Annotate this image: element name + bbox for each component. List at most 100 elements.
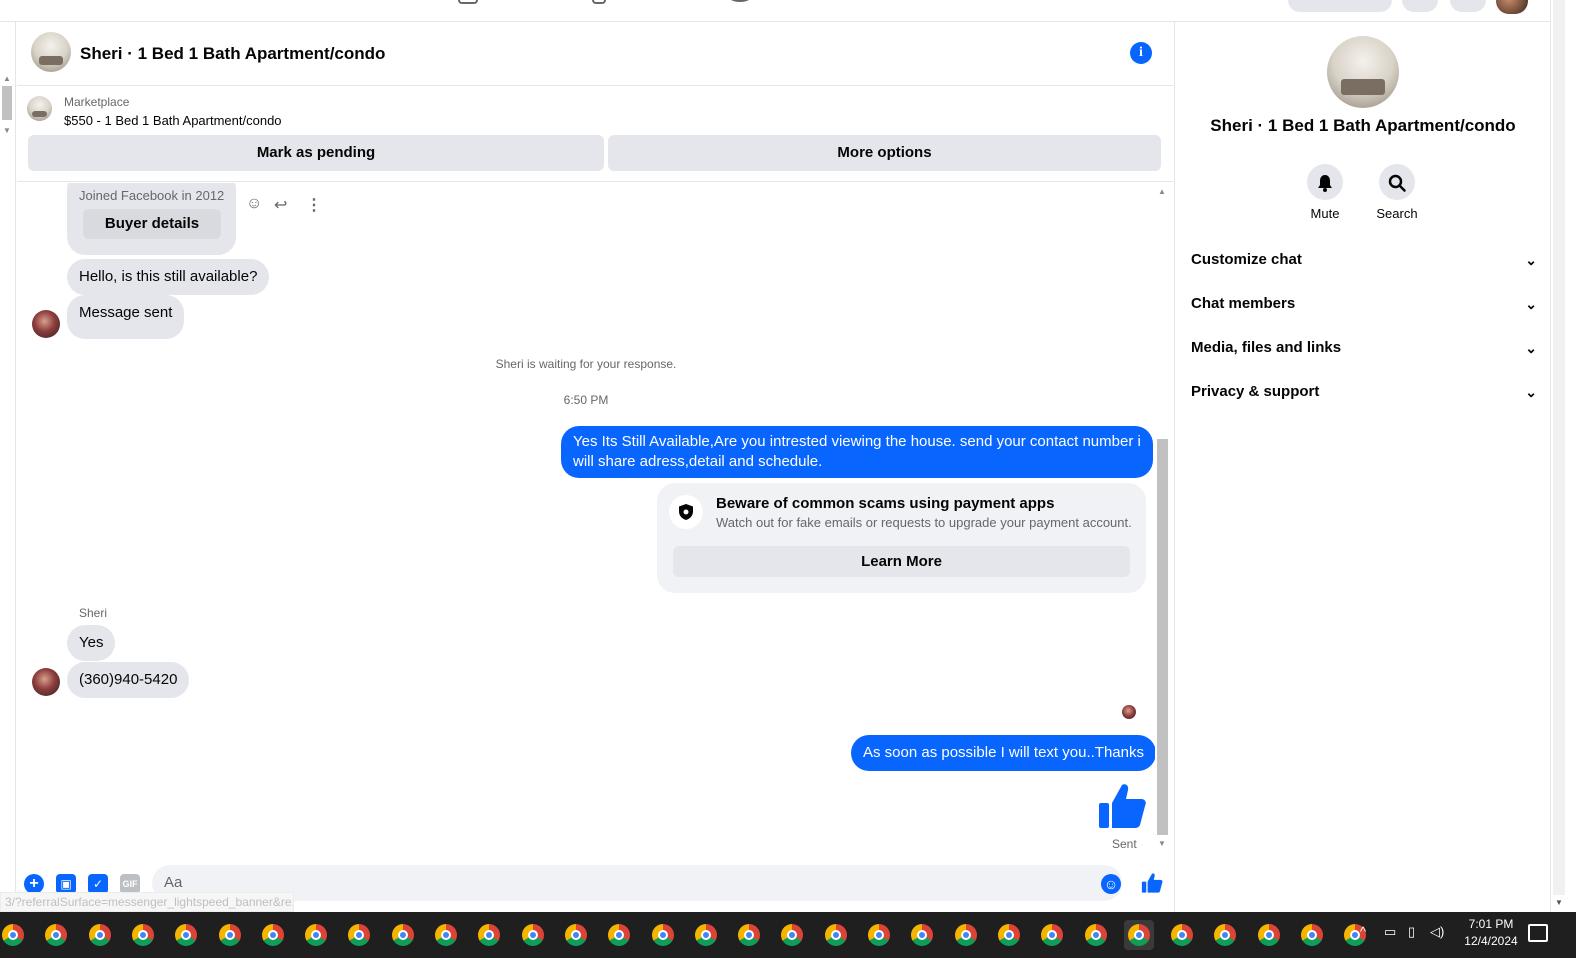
outgoing-message[interactable]: Yes Its Still Available,Are you intreste… [561,426,1153,478]
info-icon[interactable]: i [1130,42,1152,64]
taskbar-clock[interactable]: 7:01 PM 12/4/2024 [1446,916,1536,950]
chat-scrollbar[interactable]: ▲ ▼ [1155,183,1170,853]
messenger-icon[interactable] [1450,0,1486,12]
section-label: Customize chat [1191,251,1302,268]
page-scrollbar[interactable]: ▼ [1550,0,1576,912]
chrome-logo [608,924,631,946]
chrome-icon[interactable] [1123,920,1154,950]
chrome-icon[interactable] [518,920,548,950]
thumbs-up-icon[interactable] [1097,781,1147,831]
outgoing-message-line: will share adress,detail and schedule. [573,453,823,470]
chrome-icon[interactable] [344,920,374,950]
incoming-message[interactable]: Message sent [67,295,185,339]
chrome-icon[interactable] [648,920,678,950]
thumbs-up-icon[interactable] [1141,872,1163,894]
camera-icon[interactable]: ▭ [1384,924,1396,940]
chrome-icon[interactable] [1167,920,1197,950]
warning-title: Beware of common scams using payment app… [716,495,1055,512]
scroll-up-arrow-icon[interactable]: ▲ [3,74,11,83]
chrome-icon[interactable] [258,920,288,950]
sent-status: Sent [1112,837,1137,851]
chrome-icon[interactable] [561,920,591,950]
chrome-icon[interactable] [951,920,981,950]
chrome-icon[interactable] [215,920,245,950]
scroll-down-arrow-icon[interactable]: ▼ [3,126,11,135]
chrome-icon[interactable] [1297,920,1327,950]
chrome-icon[interactable] [994,920,1024,950]
chrome-icon[interactable] [0,920,28,950]
image-icon[interactable]: ▣ [56,874,76,894]
chat-scrollbar-thumb[interactable] [1157,439,1168,835]
learn-more-button[interactable]: Learn More [673,546,1130,577]
menu-grid-icon[interactable] [1402,0,1438,12]
chrome-icon[interactable] [1081,920,1111,950]
chat-members-section[interactable]: Chat members ⌄ [1191,282,1541,326]
listing-avatar[interactable] [1327,36,1399,108]
message-input[interactable]: Aa [152,865,1122,901]
chrome-logo [131,924,154,946]
scroll-down-arrow-icon[interactable]: ▼ [1158,839,1166,848]
chrome-icon[interactable] [691,920,721,950]
reply-icon[interactable]: ↩ [274,195,287,215]
mark-as-pending-button[interactable]: Mark as pending [28,135,604,171]
sticker-icon[interactable]: ✓ [88,874,108,894]
chrome-icon[interactable] [777,920,807,950]
left-scrollbar-thumb[interactable] [2,86,12,120]
sender-avatar[interactable] [32,310,60,338]
top-search-pill[interactable] [1288,0,1392,12]
mute-button[interactable]: Mute [1290,164,1360,221]
scroll-up-arrow-icon[interactable]: ▲ [1158,187,1166,196]
chevron-up-icon[interactable]: ^ [1360,924,1366,939]
listing-title[interactable]: $550 - 1 Bed 1 Bath Apartment/condo [64,113,282,128]
incoming-message[interactable]: (360)940-5420 [67,662,190,698]
chrome-logo [521,924,544,946]
chrome-icon[interactable] [734,920,764,950]
volume-icon[interactable]: ◁) [1430,924,1444,940]
chrome-icon[interactable] [1210,920,1240,950]
chevron-down-icon: ⌄ [1525,296,1537,312]
groups-nav-icon[interactable] [592,0,606,4]
chrome-icon[interactable] [474,920,504,950]
chrome-icon[interactable] [301,920,331,950]
listing-avatar[interactable] [31,32,71,72]
incoming-message[interactable]: Yes [67,625,116,661]
listing-thumbnail[interactable] [27,96,52,121]
search-button[interactable]: Search [1362,164,1432,221]
notification-icon[interactable] [1528,924,1548,942]
chrome-icon[interactable] [171,920,201,950]
chrome-icon[interactable] [864,920,894,950]
page-scrollbar-thumb[interactable] [1553,0,1565,895]
network-icon[interactable]: ▯ [1408,924,1415,940]
incoming-message[interactable]: Hello, is this still available? [67,259,270,295]
media-files-links-section[interactable]: Media, files and links ⌄ [1191,326,1541,370]
more-options-button[interactable]: More options [608,135,1161,171]
sender-avatar[interactable] [32,668,60,696]
chrome-icon[interactable] [1254,920,1284,950]
buyer-details-button[interactable]: Buyer details [83,209,221,239]
react-icon[interactable]: ☺ [246,195,262,213]
chrome-icon[interactable] [85,920,115,950]
gaming-nav-icon[interactable] [730,0,750,2]
chrome-logo [824,924,847,946]
chrome-icon[interactable] [128,920,158,950]
account-avatar[interactable] [1496,0,1528,14]
chrome-icon[interactable] [41,920,71,950]
emoji-icon[interactable]: ☺ [1101,874,1121,894]
privacy-support-section[interactable]: Privacy & support ⌄ [1191,370,1541,414]
customize-chat-section[interactable]: Customize chat ⌄ [1191,238,1541,282]
chrome-icon[interactable] [388,920,418,950]
gif-icon[interactable]: GIF [120,874,140,894]
marketplace-nav-icon[interactable] [458,0,478,4]
chrome-icon[interactable] [821,920,851,950]
chrome-icon[interactable] [907,920,937,950]
more-actions-icon[interactable]: ⋮ [306,195,322,215]
marketplace-banner: Marketplace $550 - 1 Bed 1 Bath Apartmen… [17,86,1173,182]
scroll-down-arrow-icon[interactable]: ▼ [1555,898,1563,907]
chrome-icon[interactable] [1037,920,1067,950]
chrome-icon[interactable] [431,920,461,950]
chat-title[interactable]: Sheri · 1 Bed 1 Bath Apartment/condo [80,44,385,64]
plus-icon[interactable]: + [24,874,44,894]
chrome-icon[interactable] [604,920,634,950]
outgoing-message[interactable]: As soon as possible I will text you..Tha… [851,735,1155,771]
section-label: Chat members [1191,295,1296,312]
